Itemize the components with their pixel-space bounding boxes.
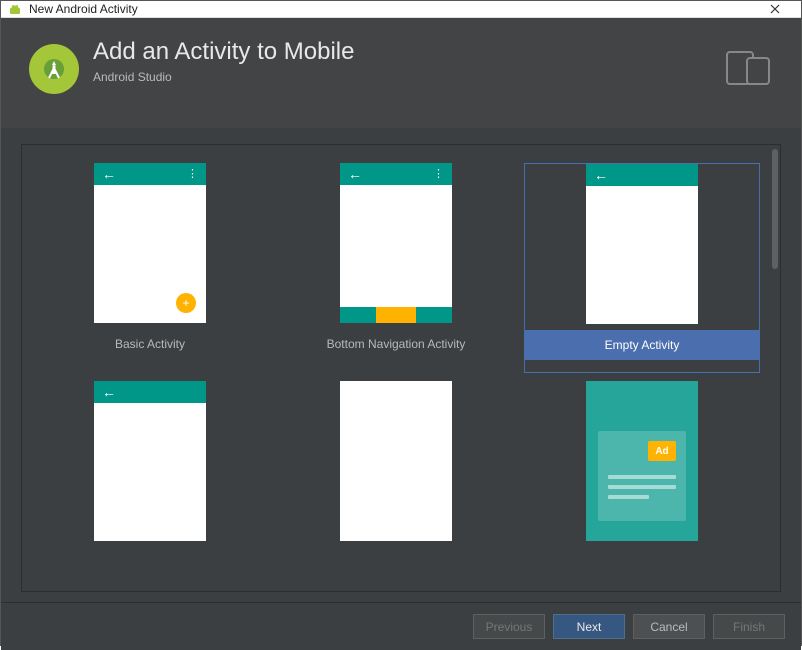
window-title: New Android Activity <box>29 2 755 16</box>
back-arrow-icon: ← <box>348 167 362 181</box>
overflow-icon: ⋮ <box>187 169 198 180</box>
back-arrow-icon: ← <box>102 385 116 399</box>
dialog-window: New Android Activity Add an Activity to … <box>0 0 802 646</box>
template-label: Empty Activity <box>605 338 680 352</box>
fullscreen-icon <box>432 385 446 399</box>
ad-badge: Ad <box>648 441 676 461</box>
devices-icon <box>725 46 773 91</box>
template-bottom-navigation-activity[interactable]: ← ⋮ Bottom Navigation Activity <box>278 163 514 373</box>
android-studio-logo <box>29 44 79 94</box>
close-button[interactable] <box>755 1 795 17</box>
template-label: Bottom Navigation Activity <box>327 337 466 351</box>
dialog-footer: Previous Next Cancel Finish <box>1 602 801 650</box>
template-item[interactable]: ← <box>278 381 514 591</box>
scrollbar[interactable] <box>770 145 780 591</box>
back-arrow-icon: ← <box>102 167 116 181</box>
template-label: Basic Activity <box>115 337 185 351</box>
page-subtitle: Android Studio <box>93 70 725 84</box>
overflow-icon: ⋮ <box>433 169 444 180</box>
fab-icon: + <box>176 293 196 313</box>
page-title: Add an Activity to Mobile <box>93 38 725 66</box>
template-empty-activity[interactable]: ← Empty Activity <box>524 163 760 373</box>
template-gallery: ← ⋮ + Basic Activity ← ⋮ Bottom Navigation… <box>21 144 781 592</box>
finish-button[interactable]: Finish <box>713 614 785 639</box>
dialog-header: Add an Activity to Mobile Android Studio <box>1 18 801 128</box>
template-item[interactable]: Ad <box>524 381 760 591</box>
template-item[interactable]: ← <box>32 381 268 591</box>
back-arrow-icon: ← <box>594 168 608 182</box>
titlebar: New Android Activity <box>1 1 801 18</box>
android-studio-icon <box>7 1 23 17</box>
dialog-content: Add an Activity to Mobile Android Studio… <box>1 18 801 650</box>
previous-button[interactable]: Previous <box>473 614 545 639</box>
next-button[interactable]: Next <box>553 614 625 639</box>
template-basic-activity[interactable]: ← ⋮ + Basic Activity <box>32 163 268 373</box>
cancel-button[interactable]: Cancel <box>633 614 705 639</box>
